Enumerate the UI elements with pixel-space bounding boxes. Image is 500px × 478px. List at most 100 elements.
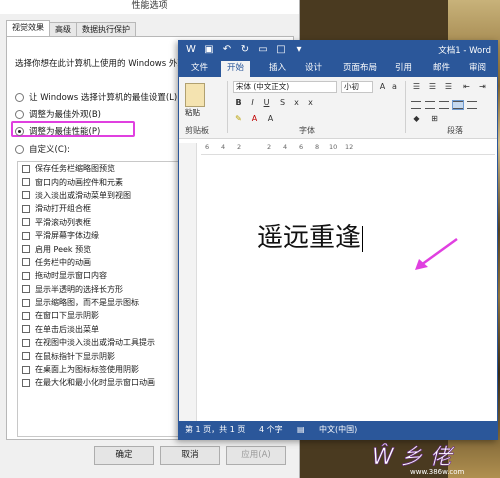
new-document-icon[interactable]: □ xyxy=(275,44,287,56)
checkbox[interactable] xyxy=(22,191,30,200)
ok-button[interactable]: 确定 xyxy=(94,446,154,465)
checkbox[interactable] xyxy=(22,338,30,347)
radio-button-checked[interactable] xyxy=(15,126,24,136)
checkbox[interactable] xyxy=(22,258,30,267)
strikethrough-icon[interactable]: S xyxy=(277,97,288,108)
checkbox[interactable] xyxy=(22,245,30,254)
ruler-mark: 8 xyxy=(315,143,320,151)
open-icon[interactable]: ▭ xyxy=(257,44,269,56)
checkbox[interactable] xyxy=(22,178,30,187)
option-best-appearance[interactable]: 调整为最佳外观(B) xyxy=(15,108,101,120)
apply-button[interactable]: 应用(A) xyxy=(226,446,286,465)
underline-icon[interactable]: U xyxy=(261,97,272,108)
shading-icon[interactable]: ◆ xyxy=(411,113,422,124)
checkbox[interactable] xyxy=(22,231,30,240)
checkbox[interactable] xyxy=(22,204,30,213)
document-body[interactable]: 遥远重逢 xyxy=(257,217,364,254)
vertical-ruler xyxy=(179,143,197,421)
align-left-icon[interactable] xyxy=(411,101,421,109)
list-item[interactable]: 启用 Peek 预览 xyxy=(18,242,182,255)
list-item[interactable]: 窗口内的动画控件和元素 xyxy=(18,175,182,188)
list-item-label: 窗口内的动画控件和元素 xyxy=(35,177,123,187)
checkbox[interactable] xyxy=(22,325,30,334)
increase-indent-icon[interactable]: ⇥ xyxy=(477,81,488,92)
tab-design[interactable]: 设计 xyxy=(299,61,328,77)
justify-icon[interactable] xyxy=(452,100,464,110)
ribbon-home: 粘贴 剪贴板 宋体 (中文正文) 小初 A a B I U S x x ✎ A … xyxy=(179,77,497,139)
checkbox[interactable] xyxy=(22,365,30,374)
checkbox[interactable] xyxy=(22,271,30,280)
list-item[interactable]: 在视图中淡入淡出或滑动工具提示 xyxy=(18,336,182,349)
checkbox[interactable] xyxy=(22,378,30,387)
grow-font-icon[interactable]: A xyxy=(377,81,388,92)
decrease-indent-icon[interactable]: ⇤ xyxy=(461,81,472,92)
language-indicator[interactable]: 中文(中国) xyxy=(319,421,357,439)
option-label: 自定义(C): xyxy=(29,145,70,155)
list-item[interactable]: 在窗口下显示阴影 xyxy=(18,309,182,322)
radio-button[interactable] xyxy=(15,92,24,102)
numbering-icon[interactable]: ☰ xyxy=(427,81,438,92)
list-item[interactable]: 平滑滚动列表框 xyxy=(18,216,182,229)
word-count[interactable]: 4 个字 xyxy=(259,421,283,439)
tab-advanced[interactable]: 高级 xyxy=(49,22,77,36)
checkbox[interactable] xyxy=(22,164,30,173)
tab-file[interactable]: 文件 xyxy=(185,61,214,77)
save-icon[interactable]: ▣ xyxy=(203,44,215,56)
list-item[interactable]: 拖动时显示窗口内容 xyxy=(18,269,182,282)
list-item[interactable]: 在单击后淡出菜单 xyxy=(18,323,182,336)
cancel-button[interactable]: 取消 xyxy=(160,446,220,465)
option-let-windows-choose[interactable]: 让 Windows 选择计算机的最佳设置(L) xyxy=(15,91,177,103)
tab-references[interactable]: 引用 xyxy=(389,61,418,77)
subscript-icon[interactable]: x xyxy=(291,97,302,108)
list-item[interactable]: 显示缩略图，而不是显示图标 xyxy=(18,296,182,309)
font-name-select[interactable]: 宋体 (中文正文) xyxy=(233,81,337,93)
shrink-font-icon[interactable]: a xyxy=(389,81,400,92)
radio-button[interactable] xyxy=(15,144,24,154)
list-item[interactable]: 在最大化和最小化时显示窗口动画 xyxy=(18,376,182,389)
tab-mailings[interactable]: 邮件 xyxy=(427,61,456,77)
tab-page-layout[interactable]: 页面布局 xyxy=(337,61,383,77)
multilevel-list-icon[interactable]: ☰ xyxy=(443,81,454,92)
checkbox[interactable] xyxy=(22,311,30,320)
tab-home[interactable]: 开始 xyxy=(221,61,251,77)
page-count[interactable]: 第 1 页，共 1 页 xyxy=(185,421,245,439)
font-color-icon[interactable]: A xyxy=(249,113,260,124)
italic-icon[interactable]: I xyxy=(247,97,258,108)
checkbox[interactable] xyxy=(22,218,30,227)
option-custom[interactable]: 自定义(C): xyxy=(15,143,70,155)
list-item[interactable]: 平滑屏幕字体边缘 xyxy=(18,229,182,242)
tab-review[interactable]: 审阅 xyxy=(463,61,492,77)
checkbox[interactable] xyxy=(22,298,30,307)
distributed-icon[interactable] xyxy=(467,101,477,109)
checkbox[interactable] xyxy=(22,285,30,294)
borders-icon[interactable]: ⊞ xyxy=(429,113,440,124)
checkbox[interactable] xyxy=(22,352,30,361)
undo-icon[interactable]: ↶ xyxy=(221,44,233,56)
visual-effects-list[interactable]: 保存任务栏缩略图预览 窗口内的动画控件和元素 淡入淡出或滑动菜单到视图 滑动打开… xyxy=(17,161,183,437)
list-item[interactable]: 在鼠标指针下显示阴影 xyxy=(18,349,182,362)
text-effect-icon[interactable]: A xyxy=(265,113,276,124)
superscript-icon[interactable]: x xyxy=(305,97,316,108)
list-item[interactable]: 保存任务栏缩略图预览 xyxy=(18,162,182,175)
list-item[interactable]: 滑动打开组合框 xyxy=(18,202,182,215)
tab-insert[interactable]: 插入 xyxy=(263,61,292,77)
list-item[interactable]: 淡入淡出或滑动菜单到视图 xyxy=(18,189,182,202)
radio-button[interactable] xyxy=(15,109,24,119)
bullets-icon[interactable]: ☰ xyxy=(411,81,422,92)
align-right-icon[interactable] xyxy=(439,101,449,109)
align-center-icon[interactable] xyxy=(425,101,435,109)
tab-data-execution-prevention[interactable]: 数据执行保护 xyxy=(76,22,136,36)
redo-icon[interactable]: ↻ xyxy=(239,44,251,56)
list-item[interactable]: 显示半透明的选择长方形 xyxy=(18,283,182,296)
paste-icon[interactable] xyxy=(185,83,205,107)
proofing-icon[interactable]: ▤ xyxy=(297,421,305,439)
highlight-icon[interactable]: ✎ xyxy=(233,113,244,124)
option-best-performance[interactable]: 调整为最佳性能(P) xyxy=(15,125,100,137)
font-size-select[interactable]: 小初 xyxy=(341,81,373,93)
customize-toolbar-icon[interactable]: ▾ xyxy=(293,44,305,56)
tab-visual-effects[interactable]: 视觉效果 xyxy=(6,20,50,36)
bold-icon[interactable]: B xyxy=(233,97,244,108)
list-item[interactable]: 在桌面上为图标标签使用阴影 xyxy=(18,363,182,376)
document-page[interactable]: 遥远重逢 xyxy=(201,157,495,421)
list-item[interactable]: 任务栏中的动画 xyxy=(18,256,182,269)
